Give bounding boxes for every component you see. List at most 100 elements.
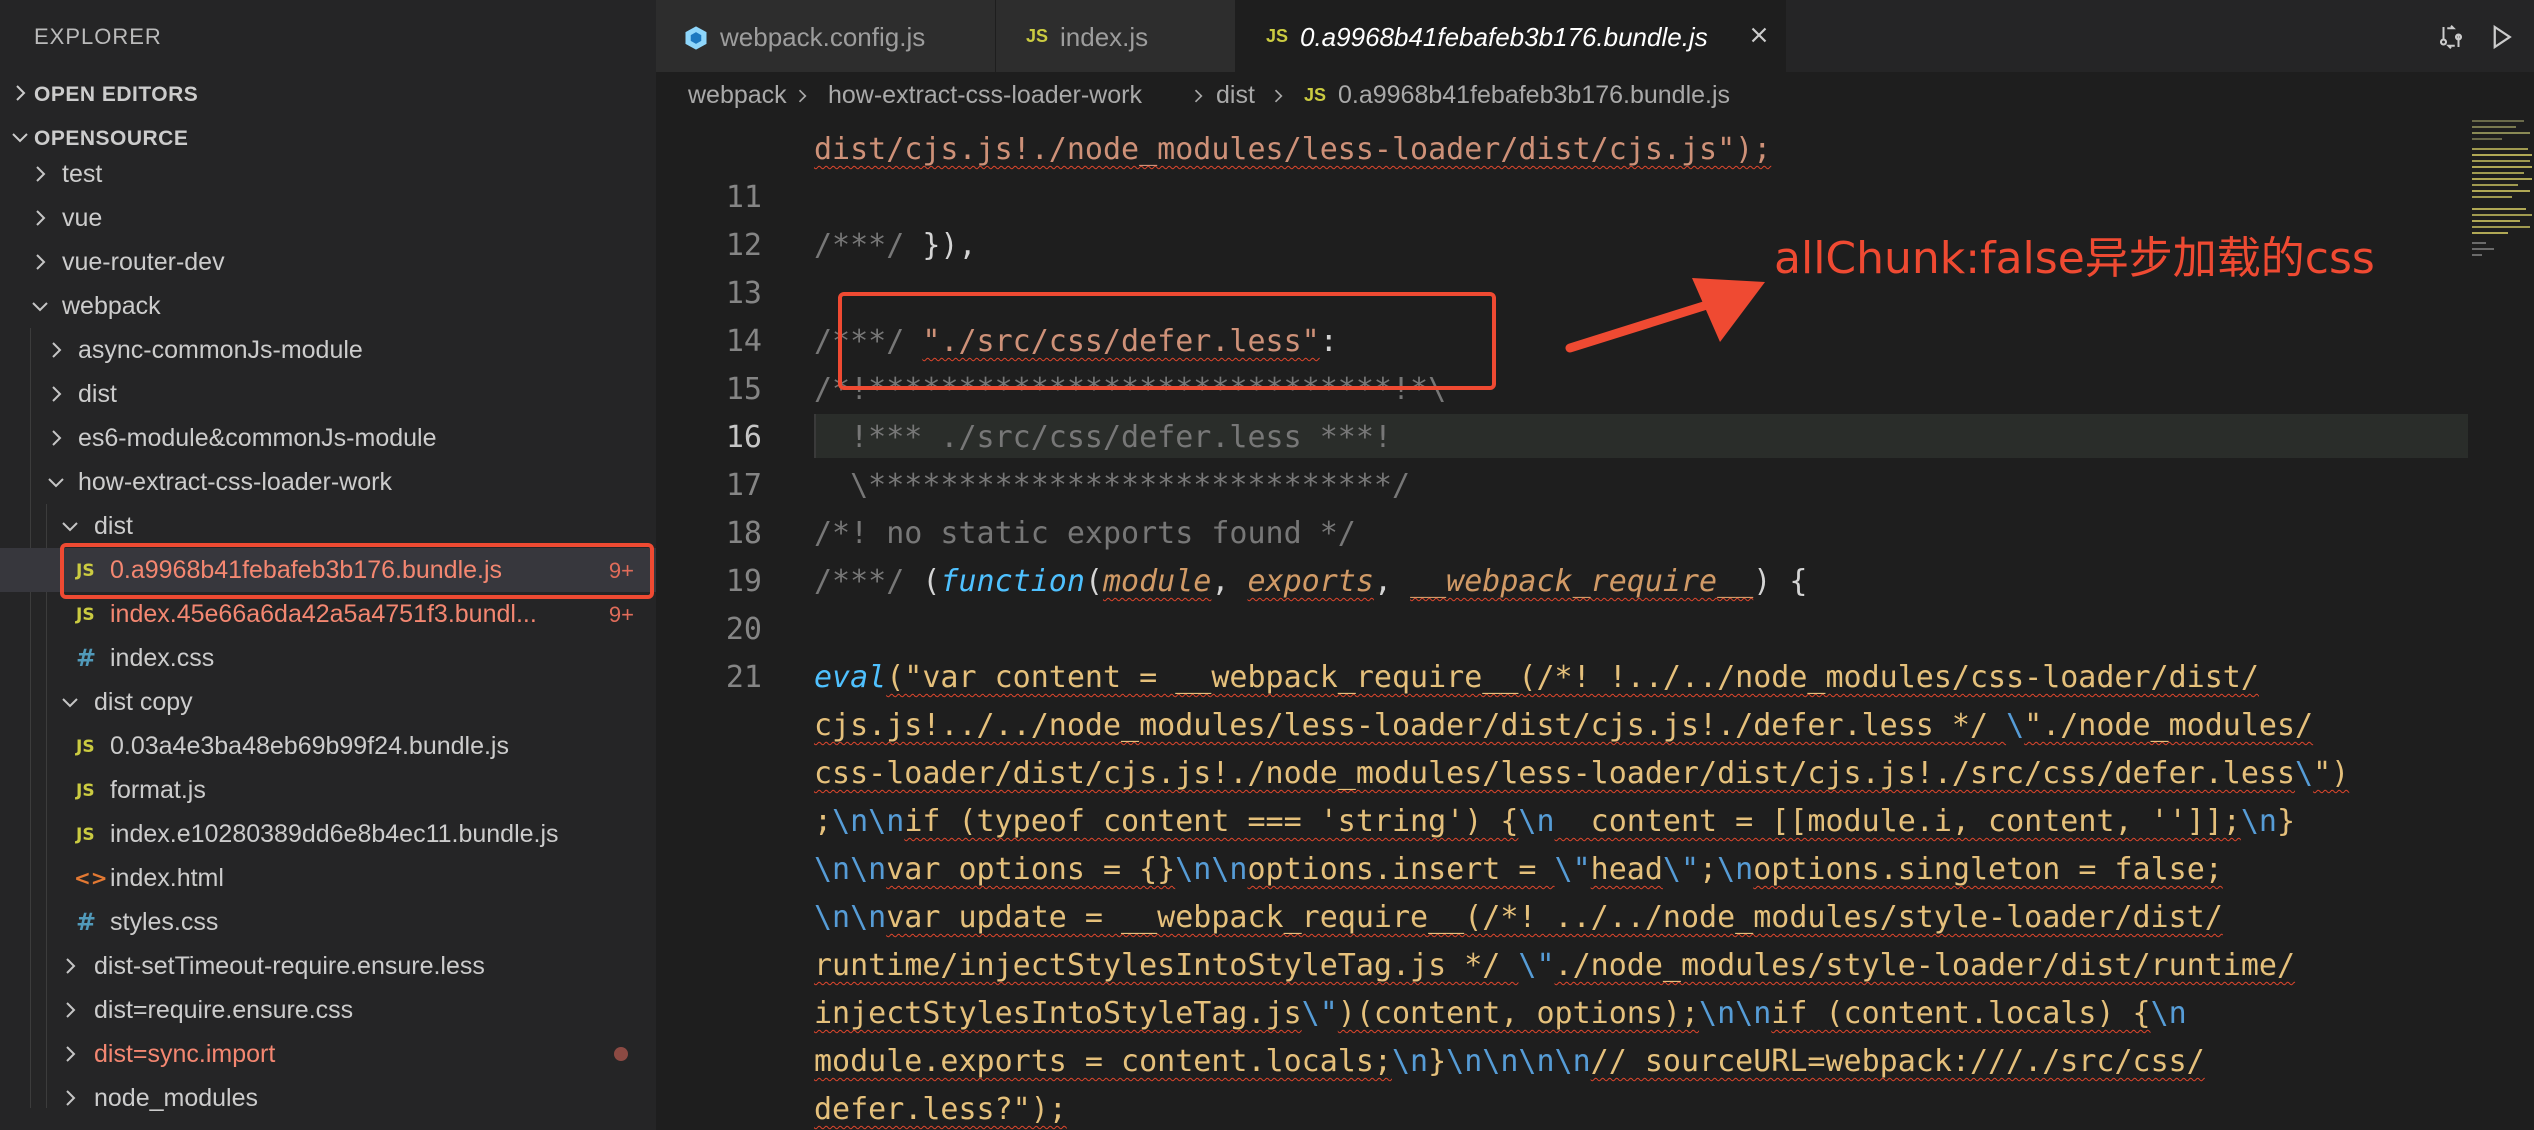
- js-file-icon: JS: [76, 605, 95, 625]
- chevron-right-icon: [1194, 89, 1203, 103]
- chevron-right-icon: [66, 1002, 76, 1018]
- annotation-label: allChunk:false异步加载的css: [1774, 233, 2375, 284]
- minimap-line: [2472, 248, 2494, 250]
- code-line: \n\nvar options = {}\n\noptions.insert =…: [814, 852, 2223, 887]
- tree-folder-webpack[interactable]: webpack: [0, 284, 656, 328]
- tree-item-label: async-commonJs-module: [78, 336, 363, 364]
- chevron-right-icon: [798, 89, 807, 103]
- webpack-icon: [685, 26, 707, 50]
- code-line: runtime/injectStylesIntoStyleTag.js */ \…: [814, 948, 2296, 983]
- problems-badge: 9+: [608, 602, 634, 627]
- tree-file-index-css[interactable]: # index.css: [0, 636, 656, 680]
- code-line: cjs.js!../../node_modules/less-loader/di…: [814, 708, 2314, 743]
- tree-folder-dist-settimeout[interactable]: dist-setTimeout-require.ensure.less: [0, 944, 656, 988]
- tree-item-label: how-extract-css-loader-work: [78, 468, 392, 496]
- js-file-icon: JS: [1026, 26, 1049, 46]
- tree-file-format-js[interactable]: JS format.js: [0, 768, 656, 812]
- chevron-down-icon: [62, 698, 78, 708]
- tree-folder-async-commonjs-module[interactable]: async-commonJs-module: [0, 328, 656, 372]
- minimap-line: [2472, 120, 2524, 122]
- tree-item-label: dist copy: [94, 688, 193, 716]
- chevron-right-icon: [66, 1046, 76, 1062]
- code-line: \n\nvar update = __webpack_require__(/*!…: [814, 900, 2223, 935]
- breadcrumb-item[interactable]: how-extract-css-loader-work: [828, 81, 1142, 110]
- code-line: injectStylesIntoStyleTag.js\")(content, …: [814, 996, 2187, 1031]
- chevron-right-icon: [1274, 89, 1283, 103]
- tree-item-label: 0.03a4e3ba48eb69b99f24.bundle.js: [110, 732, 509, 760]
- tab-webpack-config[interactable]: webpack.config.js: [656, 0, 996, 72]
- code-line: dist/cjs.js!./node_modules/less-loader/d…: [814, 132, 1772, 167]
- minimap-line: [2472, 208, 2526, 210]
- js-file-icon: JS: [76, 781, 95, 801]
- tree-folder-dist[interactable]: dist: [0, 372, 656, 416]
- minimap-line: [2472, 160, 2530, 162]
- close-icon[interactable]: [1746, 22, 1772, 48]
- line-number: 21: [725, 660, 762, 695]
- code-line: css-loader/dist/cjs.js!./node_modules/le…: [814, 756, 2350, 791]
- chevron-right-icon: [52, 386, 62, 402]
- tree-item-label: node_modules: [94, 1084, 259, 1112]
- tree-item-label: test: [62, 160, 103, 188]
- line-number: 15: [725, 372, 762, 407]
- annotation-highlight-box: [60, 543, 654, 599]
- js-file-icon: JS: [1304, 85, 1327, 105]
- line-number: 11: [725, 180, 762, 215]
- chevron-right-icon: [66, 1090, 76, 1106]
- tree-item-label: dist=require.ensure.css: [94, 996, 354, 1024]
- breadcrumb-item[interactable]: webpack: [688, 81, 787, 110]
- code-line: \*****************************/: [814, 468, 1411, 503]
- tree-folder-how-extract-css-loader-work[interactable]: how-extract-css-loader-work: [0, 460, 656, 504]
- tree-item-label: vue: [62, 204, 103, 232]
- tree-folder-vue[interactable]: vue: [0, 196, 656, 240]
- tree-folder-es6-module[interactable]: es6-module&commonJs-module: [0, 416, 656, 460]
- line-number: 14: [725, 324, 762, 359]
- tree-file-bundle-js[interactable]: JS 0.03a4e3ba48eb69b99f24.bundle.js: [0, 724, 656, 768]
- chevron-down-icon: [62, 522, 78, 532]
- tree-item-label: vue-router-dev: [62, 248, 225, 276]
- tree-folder-dist-sync-import[interactable]: dist=sync.import: [0, 1032, 656, 1076]
- tree-file-index-html[interactable]: <> index.html: [0, 856, 656, 900]
- tree-folder-dist-copy[interactable]: dist copy: [0, 680, 656, 724]
- css-file-icon: #: [76, 644, 97, 672]
- line-number: 18: [725, 516, 762, 551]
- breadcrumb-item[interactable]: 0.a9968b41febafeb3b176.bundle.js: [1338, 81, 1730, 110]
- css-file-icon: #: [76, 908, 97, 936]
- tree-item-label: index.css: [110, 644, 215, 672]
- minimap-line: [2472, 154, 2532, 156]
- explorer-sidebar: EXPLORER OPEN EDITORS OPENSOURCE test vu…: [0, 0, 656, 1130]
- breadcrumb-item[interactable]: dist: [1216, 81, 1255, 110]
- js-file-icon: JS: [76, 737, 95, 757]
- tab-label: index.js: [1060, 22, 1149, 52]
- tree-folder-dist-require-ensure[interactable]: dist=require.ensure.css: [0, 988, 656, 1032]
- code-line: ;\n\nif (typeof content === 'string') {\…: [814, 804, 2296, 839]
- tree-item-label: format.js: [110, 776, 206, 804]
- minimap-line: [2472, 214, 2532, 216]
- breadcrumb: webpack how-extract-css-loader-work dist…: [656, 72, 2534, 118]
- open-editors-label: OPEN EDITORS: [34, 83, 199, 106]
- explorer-title: EXPLORER: [34, 24, 162, 49]
- line-number: 12: [725, 228, 762, 263]
- minimap-line: [2472, 226, 2530, 228]
- tree-folder-node-modules[interactable]: node_modules: [0, 1076, 656, 1120]
- tree-item-label: index.e10280389dd6e8b4ec11.bundle.js: [110, 820, 559, 848]
- tree-item-label: es6-module&commonJs-module: [78, 424, 437, 452]
- minimap-line: [2472, 220, 2520, 222]
- run-icon[interactable]: [2486, 22, 2516, 52]
- compare-changes-icon[interactable]: [2436, 22, 2466, 52]
- open-editors-section-header[interactable]: OPEN EDITORS: [0, 72, 656, 114]
- tree-item-label: dist=sync.import: [94, 1040, 276, 1068]
- tree-folder-test[interactable]: test: [0, 152, 656, 196]
- tree-file-index-e-bundle[interactable]: JS index.e10280389dd6e8b4ec11.bundle.js: [0, 812, 656, 856]
- tree-item-label: dist: [94, 512, 133, 540]
- chevron-right-icon: [36, 166, 46, 182]
- line-number: 17: [725, 468, 762, 503]
- tree-file-styles-css[interactable]: # styles.css: [0, 900, 656, 944]
- tab-index-js[interactable]: JS index.js: [996, 0, 1236, 72]
- line-number: 13: [725, 276, 762, 311]
- chevron-right-icon: [52, 342, 62, 358]
- tab-active-bundle[interactable]: JS 0.a9968b41febafeb3b176.bundle.js: [1236, 0, 1786, 72]
- minimap[interactable]: [2468, 118, 2534, 1130]
- tree-folder-vue-router-dev[interactable]: vue-router-dev: [0, 240, 656, 284]
- minimap-line: [2472, 184, 2518, 186]
- tree-folder-dist-open[interactable]: dist: [0, 504, 656, 548]
